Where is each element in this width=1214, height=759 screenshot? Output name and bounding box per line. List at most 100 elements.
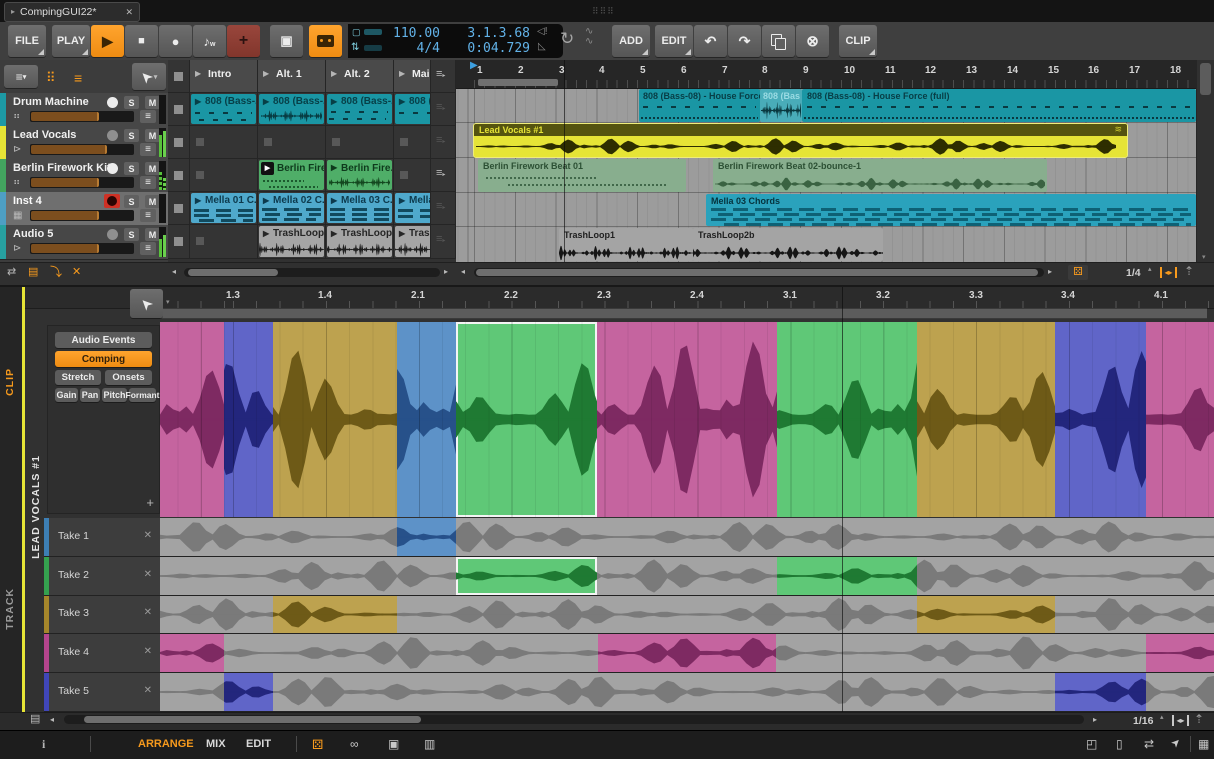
mute-button[interactable]: M <box>145 129 160 142</box>
volume-slider[interactable] <box>30 144 134 155</box>
clip-slot[interactable]: ▶808 (Bass-... <box>326 93 394 126</box>
editor-detail-zoom-icon[interactable]: ⇡ <box>1194 713 1204 725</box>
follow-icon[interactable]: ⤵ <box>50 266 62 278</box>
tab-clip[interactable]: CLIP <box>4 368 16 396</box>
stop-cell[interactable] <box>168 126 190 159</box>
clip-slot[interactable]: ▶Mella <box>394 192 431 225</box>
take-label-row[interactable]: Take 5 ✕ <box>44 673 160 712</box>
take-lane-3[interactable] <box>160 596 1214 634</box>
comp-segment-take3[interactable] <box>273 322 397 517</box>
clip-slot[interactable]: ▶808 ( <box>394 93 431 126</box>
scene-header-intro[interactable]: ▶ Intro <box>190 60 258 93</box>
alt-launch-cell[interactable]: ≡▸ <box>431 93 456 126</box>
editor-hscrollbar[interactable] <box>64 715 1084 724</box>
operators-toggle-icon[interactable]: ⚄ <box>312 737 323 753</box>
fullscreen-icon[interactable]: ▣ <box>388 738 399 750</box>
track-name[interactable]: Audio 5 <box>13 228 53 240</box>
editor-scroll-left-icon[interactable]: ◂ <box>50 716 54 724</box>
mute-button[interactable]: M <box>145 195 160 208</box>
arranger-hscrollbar[interactable] <box>474 268 1044 277</box>
alt-launch-cell[interactable]: ≡▸ <box>431 192 456 225</box>
controller-button[interactable]: ▣ <box>270 25 303 57</box>
gain-tab[interactable]: Gain <box>55 388 78 402</box>
take-selection[interactable] <box>273 596 397 633</box>
comp-segment-take5[interactable] <box>1055 322 1146 517</box>
track-row[interactable]: Lead Vocals S M ⊳ ≡ <box>0 126 168 160</box>
clip-slot[interactable]: ▶Mella 03 C... <box>326 192 394 225</box>
play-button[interactable]: ▶ <box>91 25 124 57</box>
arranger-clip-berlin-1[interactable]: Berlin Firework Beat 01 <box>478 159 686 192</box>
arrange-view-button[interactable]: ARRANGE <box>138 738 194 750</box>
clip-slot-playing[interactable]: ▶ Berlin Fire... <box>258 159 326 192</box>
take-selection[interactable] <box>1055 673 1146 711</box>
clip-slot[interactable]: ▶Mella 02 C... <box>258 192 326 225</box>
volume-slider[interactable] <box>30 177 134 188</box>
arranger-grid-value[interactable]: 1/4 <box>1126 267 1141 279</box>
record-arm-button[interactable] <box>107 229 118 240</box>
play-start-marker-icon[interactable]: ▶ <box>470 60 478 71</box>
comp-segment-take4[interactable] <box>160 322 224 517</box>
track-menu-button[interactable]: ≡ <box>140 143 156 156</box>
record-arm-button[interactable] <box>107 163 118 174</box>
dual-display-icon[interactable]: ▥ <box>424 738 435 750</box>
stretch-tab[interactable]: Stretch <box>55 370 101 385</box>
track-menu-button[interactable]: ≡ <box>140 242 156 255</box>
track-menu-button[interactable]: ≡ <box>140 176 156 189</box>
pan-tab[interactable]: Pan <box>80 388 100 402</box>
clip-slot[interactable]: ▶808 (Bass-... <box>190 93 258 126</box>
track-menu-button[interactable]: ≡ <box>140 209 156 222</box>
stop-cell[interactable] <box>168 225 190 259</box>
loop-content-icon[interactable]: ▢ <box>352 27 361 38</box>
launcher-grid-toggle-icon[interactable]: ⠿ <box>46 70 56 86</box>
info-icon[interactable]: i <box>42 737 45 752</box>
scene-header-alt1[interactable]: ▶ Alt. 1 <box>258 60 326 93</box>
shuffle-icon[interactable]: ⇅ <box>351 42 359 53</box>
arranger-clip-mella[interactable]: Mella 03 Chords <box>706 194 1196 226</box>
track-name[interactable]: Berlin Firework Kit <box>13 162 111 174</box>
clip-slot-empty[interactable] <box>394 126 431 159</box>
arranger-vscrollbar[interactable]: ▾ <box>1197 60 1214 262</box>
duplicate-button[interactable] <box>762 25 795 57</box>
clip-slot[interactable]: ▶TrashLoop2b <box>326 225 394 259</box>
track-row-selected[interactable]: Inst 4 S M ▦ ≡ <box>0 192 168 226</box>
track-row[interactable]: Berlin Firework Kit S M ⠶ ≡ <box>0 159 168 193</box>
pitch-tab[interactable]: Pitch <box>102 388 127 402</box>
take-lane-4[interactable] <box>160 634 1214 673</box>
take-lane-2[interactable] <box>160 557 1214 596</box>
clip-slot[interactable]: ▶Trash <box>394 225 431 259</box>
tempo-value[interactable]: 110.00 <box>388 26 440 42</box>
swap-icon[interactable]: ⇄ <box>1144 738 1154 750</box>
track-menu-button[interactable]: ≡ <box>140 110 156 123</box>
operators-icon[interactable]: ⚄ <box>1068 265 1088 280</box>
editor-tool-dropdown-icon[interactable]: ▾ <box>166 299 170 306</box>
record-arm-button[interactable] <box>107 130 118 141</box>
mute-button[interactable]: M <box>145 228 160 241</box>
track-name[interactable]: Lead Vocals <box>13 129 76 141</box>
track-row[interactable]: Drum Machine S M ⠶ ≡ <box>0 93 168 127</box>
clip-slot[interactable]: ▶Mella 01 C... <box>190 192 258 225</box>
take-delete-icon[interactable]: ✕ <box>144 685 152 696</box>
solo-button[interactable]: S <box>124 162 139 175</box>
stop-button[interactable]: ■ <box>125 25 158 57</box>
track-row[interactable]: Audio 5 S M ⊳ ≡ <box>0 225 168 260</box>
edit-view-button[interactable]: EDIT <box>246 738 271 750</box>
clip-slot-empty[interactable] <box>394 159 431 192</box>
overdub-button[interactable]: ♪w <box>193 25 226 57</box>
arranger-clip-trashloop2b[interactable]: TrashLoop2b <box>693 228 883 261</box>
arranger[interactable]: 1 2 3 4 5 6 7 8 9 10 11 12 13 14 15 16 1… <box>456 60 1214 262</box>
comp-segment-take4[interactable] <box>1146 322 1214 517</box>
onsets-tab[interactable]: Onsets <box>105 370 152 385</box>
punch-in-icon[interactable]: ◁! <box>537 27 547 37</box>
comp-segment-take5[interactable] <box>224 322 273 517</box>
stop-cell[interactable] <box>168 192 190 225</box>
file-button[interactable]: FILE <box>8 25 46 57</box>
project-tab-close-icon[interactable]: ✕ <box>125 8 133 17</box>
editor-playhead[interactable] <box>842 287 843 712</box>
time-signature-value[interactable]: 4/4 <box>388 41 440 57</box>
fill-button[interactable]: + <box>227 25 260 57</box>
record-button[interactable]: ● <box>159 25 192 57</box>
mute-button[interactable]: M <box>145 162 160 175</box>
tab-track[interactable]: TRACK <box>4 588 16 630</box>
alt-launch-cell[interactable]: ≡▸ <box>431 159 456 192</box>
stop-cell[interactable] <box>168 93 190 126</box>
